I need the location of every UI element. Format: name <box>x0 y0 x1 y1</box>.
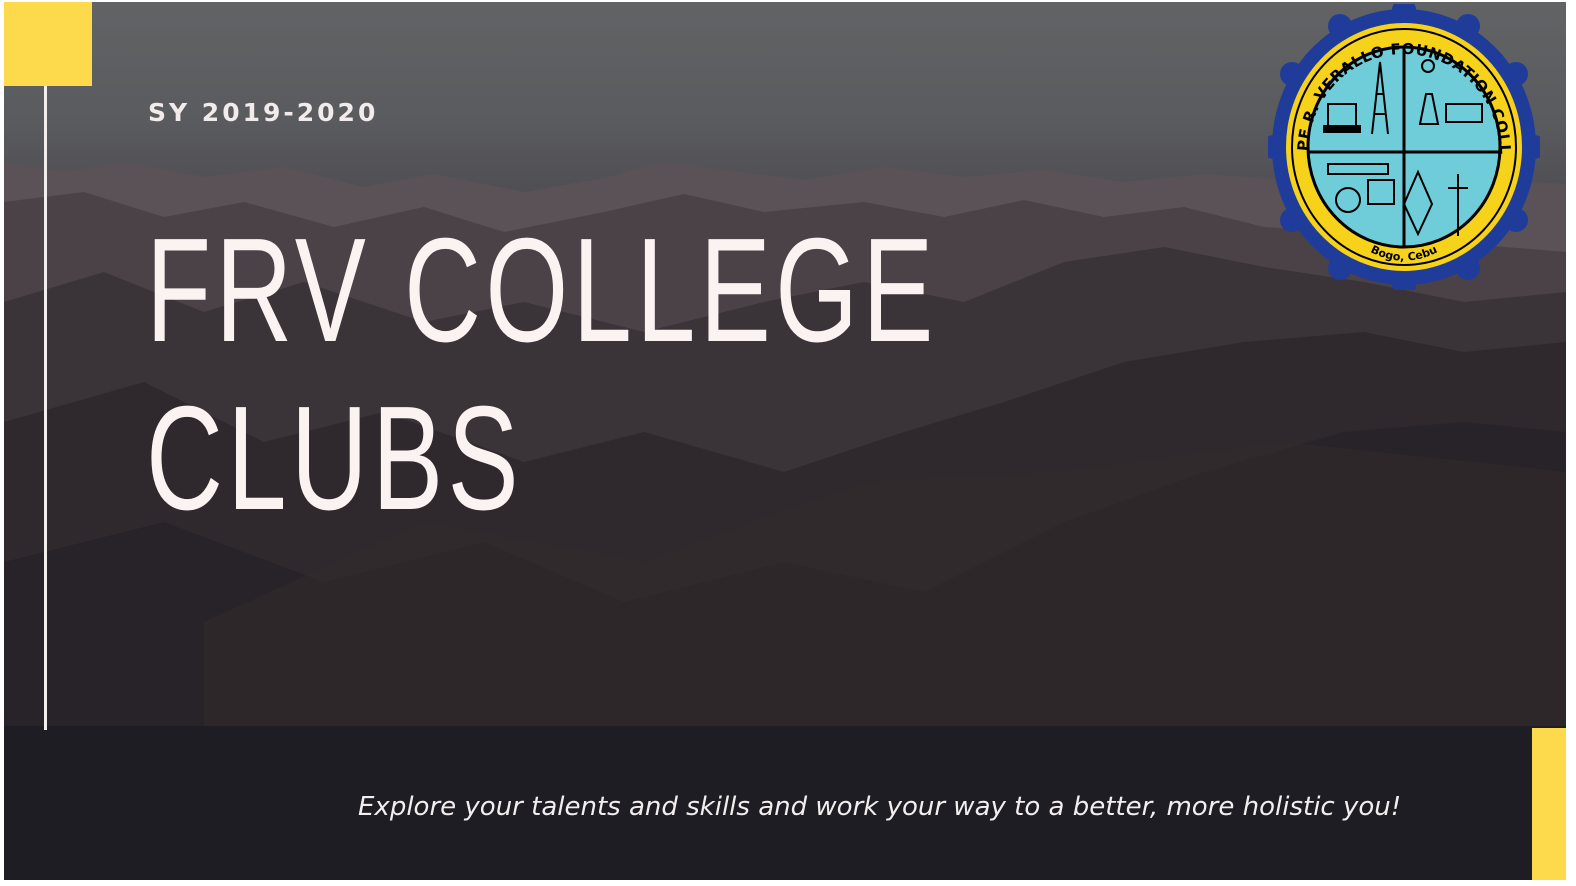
tagline: Explore your talents and skills and work… <box>358 792 1402 822</box>
page-title: FRV COLLEGE CLUBS <box>146 207 938 543</box>
title-line-1: FRV COLLEGE <box>146 208 938 373</box>
title-line-2: CLUBS <box>146 376 523 541</box>
vertical-divider <box>44 86 47 730</box>
college-seal-icon: FELIPE R. VERALLO FOUNDATION COLLEGE Bog… <box>1268 4 1540 290</box>
accent-bar-bottom <box>1532 728 1566 880</box>
school-year: SY 2019-2020 <box>148 98 379 127</box>
accent-square-top <box>4 2 92 86</box>
